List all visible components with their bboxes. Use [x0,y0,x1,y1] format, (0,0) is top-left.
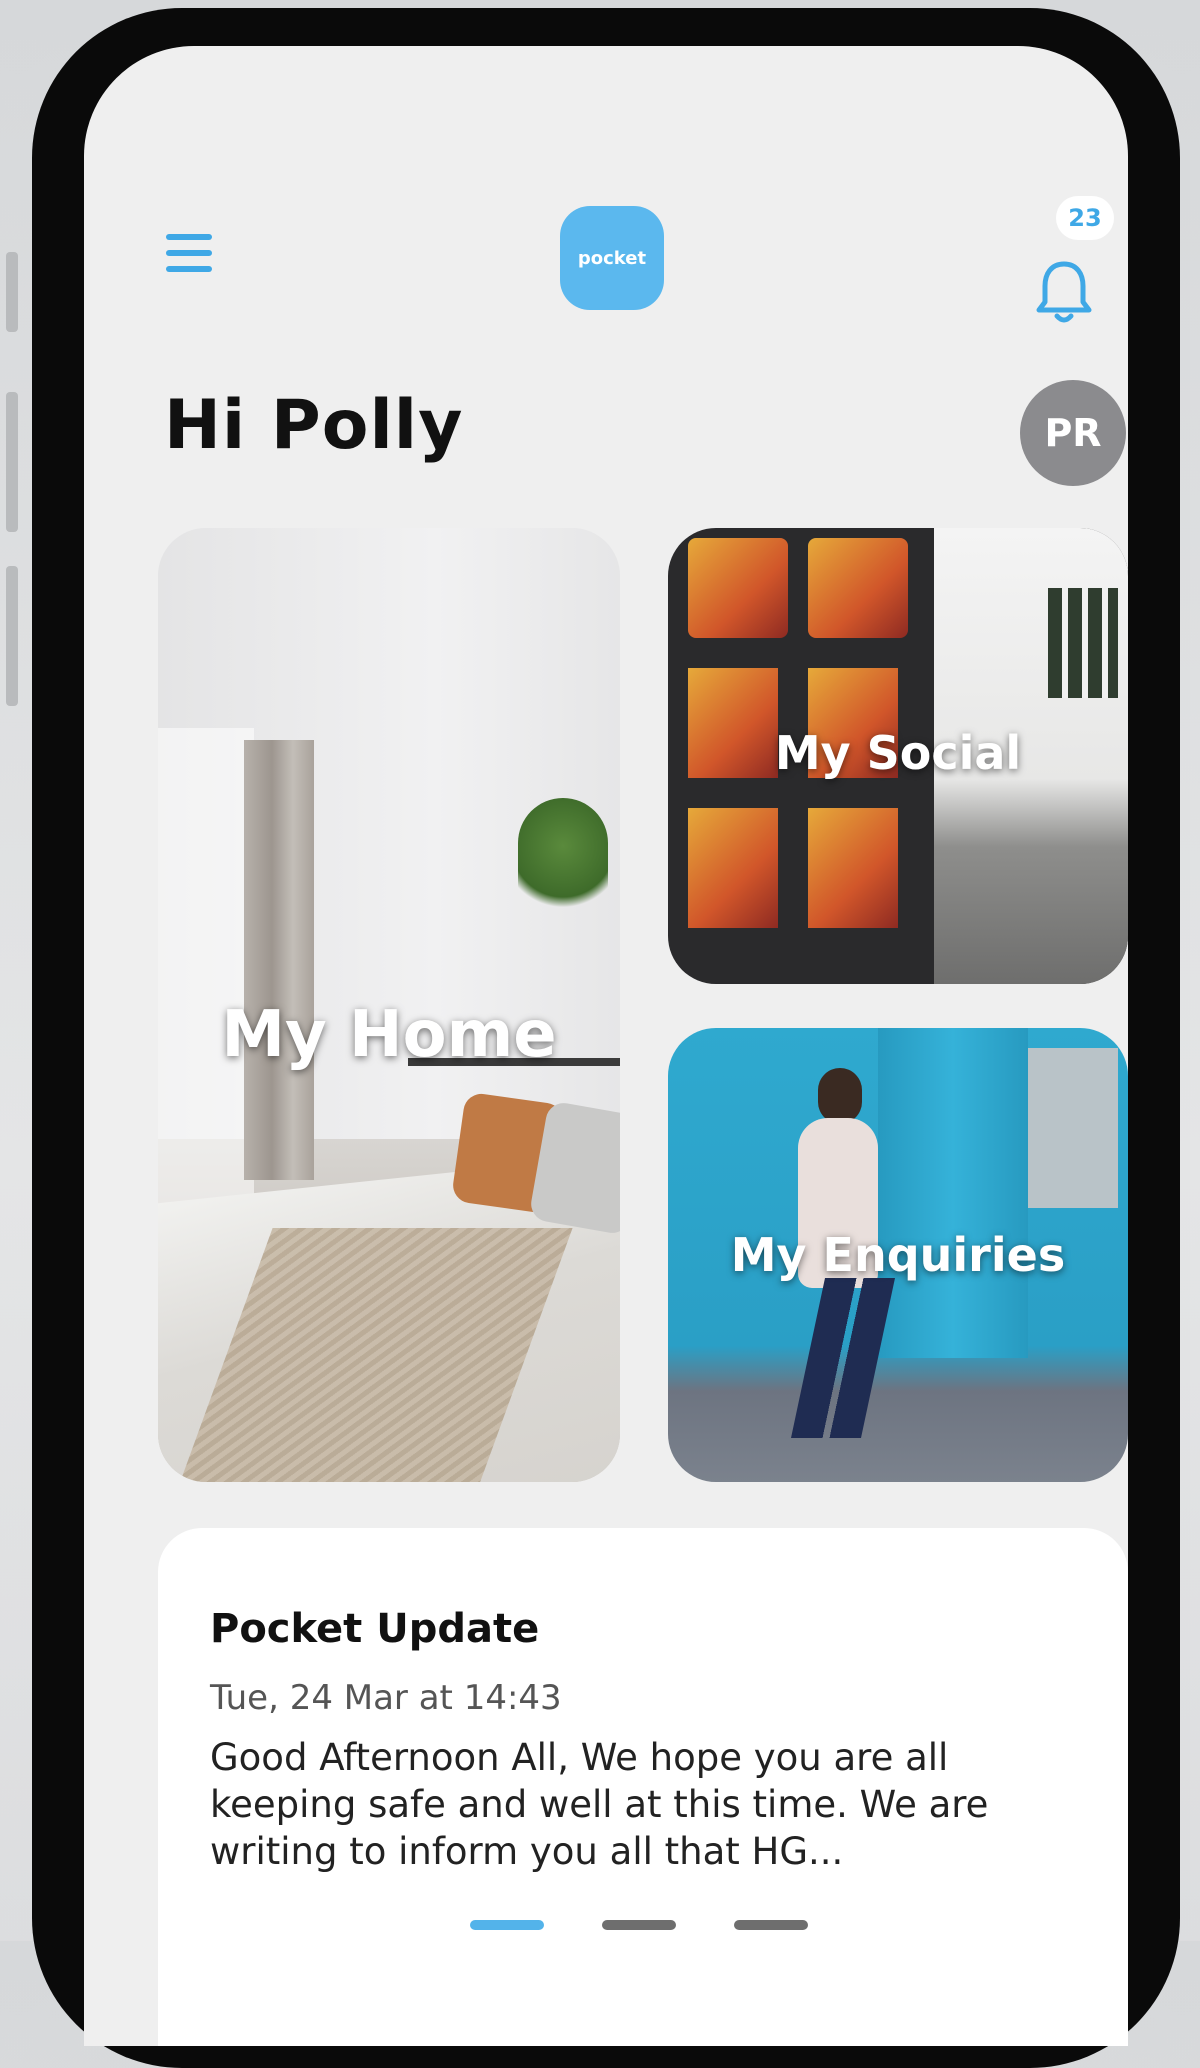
phone-side-button-2 [6,392,18,532]
person-legs [790,1278,896,1438]
tile-my-social[interactable]: My Social [668,528,1128,984]
hamburger-menu-icon[interactable] [166,234,212,274]
coffee-letter-c [688,538,788,638]
logo-text: pocket [577,247,647,269]
pagination-dot-3[interactable] [734,1920,808,1930]
tile-my-home[interactable]: My Home [158,528,620,1482]
greeting-title: Hi Polly [164,386,464,465]
notification-badge: 23 [1056,196,1114,240]
window-shutter [1028,1048,1118,1208]
person-head [818,1068,862,1124]
pagination-dot-2[interactable] [602,1920,676,1930]
pagination-dot-1[interactable] [470,1920,544,1930]
update-card[interactable]: Pocket Update Tue, 24 Mar at 14:43 Good … [158,1528,1128,2046]
avatar[interactable]: PR [1020,380,1126,486]
bell-icon[interactable] [1034,258,1094,326]
update-date: Tue, 24 Mar at 14:43 [210,1678,562,1718]
update-body: Good Afternoon All, We hope you are all … [210,1736,989,1873]
building-windows [1048,588,1118,698]
tile-my-enquiries[interactable]: My Enquiries [668,1028,1128,1482]
curtain [244,740,314,1180]
update-title: Pocket Update [210,1606,540,1652]
app-screen: pocket 23 Hi Polly PR My Home My Social … [84,46,1128,2046]
tile-label-my-home: My Home [221,998,557,1072]
hanging-plant [518,798,608,918]
carousel-pagination [158,1920,1128,1932]
top-bar: pocket 23 [84,46,1128,376]
coffee-letter-o [808,538,908,638]
coffee-letter-e1 [688,808,778,928]
phone-frame: pocket 23 Hi Polly PR My Home My Social … [32,8,1180,2068]
tile-label-my-enquiries: My Enquiries [730,1228,1066,1282]
phone-side-button-3 [6,566,18,706]
pocket-logo: pocket [560,206,664,310]
phone-side-button-1 [6,252,18,332]
tile-label-my-social: My Social [774,726,1022,780]
coffee-letter-e2 [808,808,898,928]
sheer-curtain [158,728,254,1248]
blue-door [878,1028,1028,1358]
